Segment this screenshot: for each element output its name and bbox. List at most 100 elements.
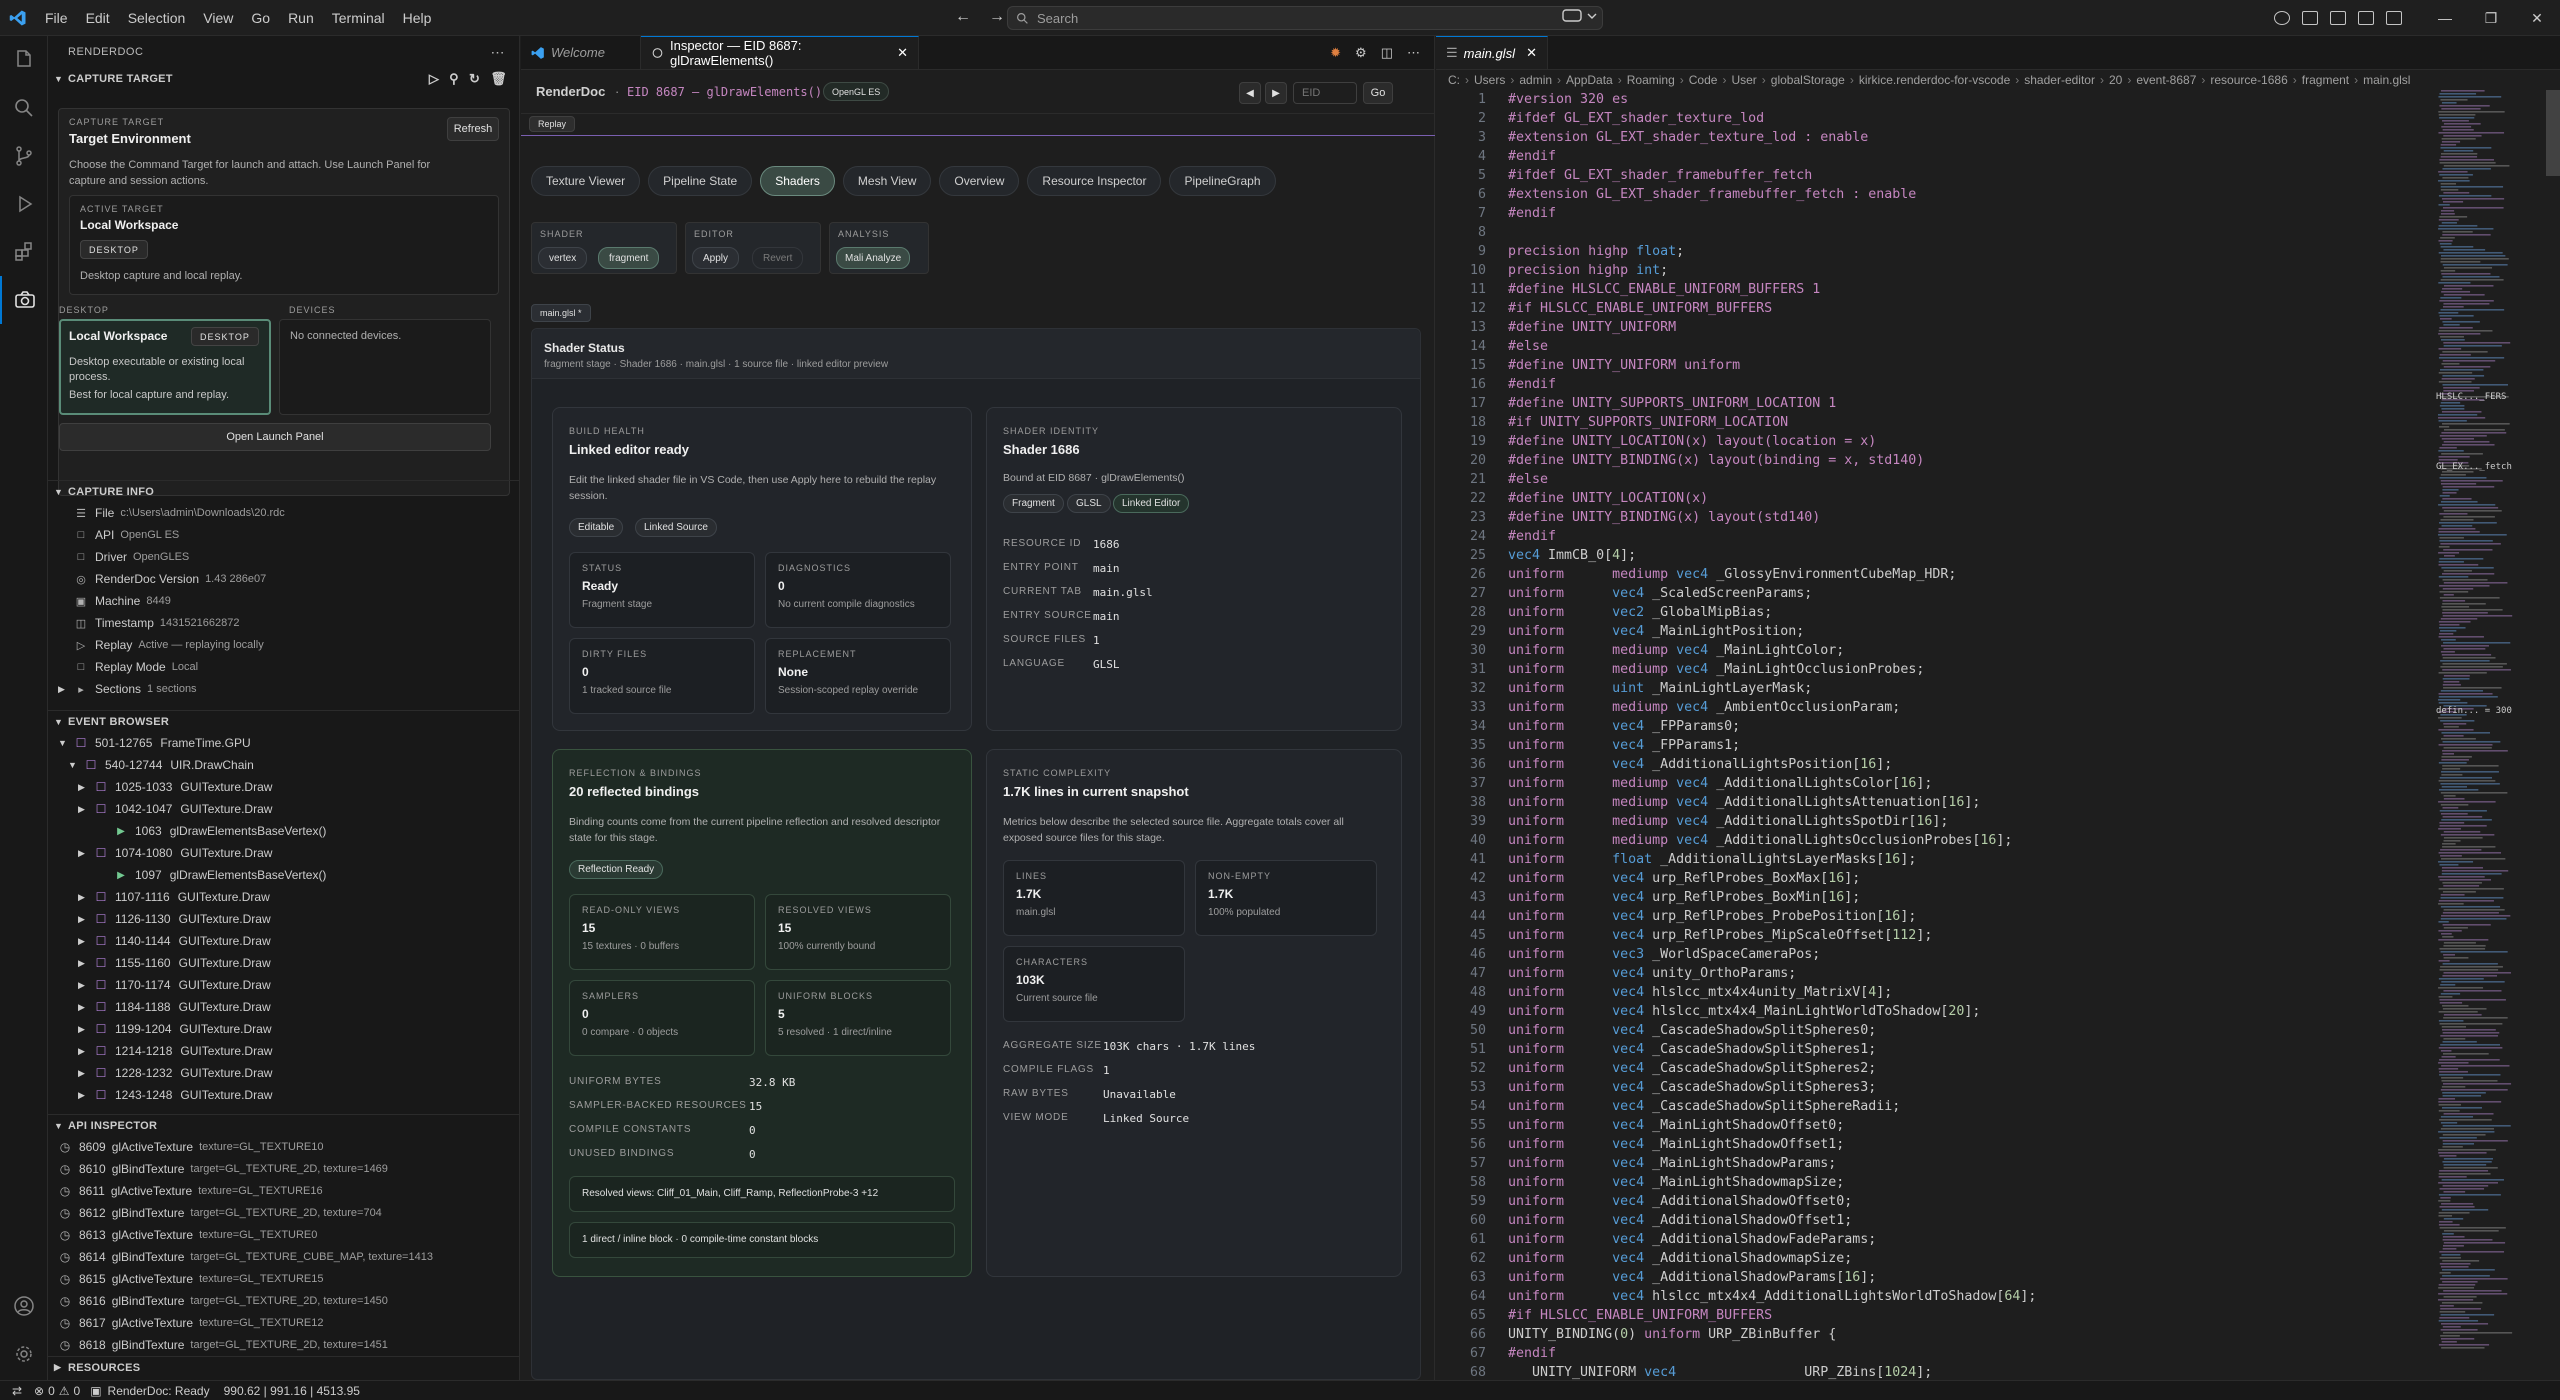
capture-info-row[interactable]: ◎ RenderDoc Version 1.43 286e07: [48, 568, 519, 590]
breadcrumb-item[interactable]: kirkice.renderdoc-for-vscode: [1859, 73, 2010, 87]
event-item[interactable]: ▶ ☐ 1228-1232 GUITexture.Draw: [48, 1062, 519, 1084]
restore-icon[interactable]: ❐: [2468, 10, 2514, 27]
launch-play-icon[interactable]: ▷: [429, 71, 439, 87]
split-editor-icon[interactable]: ◫: [1381, 45, 1393, 61]
api-call-item[interactable]: ◷ 8611 glActiveTexture texture=GL_TEXTURE16: [48, 1180, 519, 1202]
tab-main-glsl[interactable]: ☰ main.glsl ✕: [1436, 36, 1548, 69]
customize-layout-icon[interactable]: [2386, 11, 2402, 25]
api-call-item[interactable]: ◷ 8612 glBindTexture target=GL_TEXTURE_2D, …: [48, 1202, 519, 1224]
close-tab-icon[interactable]: ✕: [1526, 45, 1537, 61]
menu-view[interactable]: View: [194, 0, 242, 36]
api-call-item[interactable]: ◷ 8610 glBindTexture target=GL_TEXTURE_2D, …: [48, 1158, 519, 1180]
event-item[interactable]: ▶ ☐ 1199-1204 GUITexture.Draw: [48, 1018, 519, 1040]
capture-info-row[interactable]: ▷ Replay Active — replaying locally: [48, 634, 519, 656]
event-item[interactable]: ▶ ☐ 1155-1160 GUITexture.Draw: [48, 952, 519, 974]
capture-info-row[interactable]: □ Replay Mode Local: [48, 656, 519, 678]
close-window-icon[interactable]: ✕: [2514, 10, 2560, 27]
more-icon[interactable]: ⋯: [1407, 45, 1420, 61]
code-lines[interactable]: 1 #version 320 es 2 #ifdef GL_EXT_shader_te…: [1436, 90, 2436, 1382]
breadcrumb-item[interactable]: Roaming: [1627, 73, 1675, 87]
copilot-icon[interactable]: [1562, 8, 1598, 27]
refresh-icon[interactable]: ↻: [469, 71, 480, 87]
api-call-item[interactable]: ◷ 8609 glActiveTexture texture=GL_TEXTURE10: [48, 1136, 519, 1158]
breadcrumb-item[interactable]: Code: [1689, 73, 1718, 87]
command-center-search[interactable]: Search: [1007, 6, 1603, 30]
event-item[interactable]: ▶ ☐ 1107-1116 GUITexture.Draw: [48, 886, 519, 908]
breadcrumb-item[interactable]: resource-1686: [2210, 73, 2287, 87]
trash-icon[interactable]: 🗑: [490, 71, 507, 87]
run-debug-icon[interactable]: [0, 180, 48, 228]
event-item[interactable]: ▶ ☐ 1243-1248 GUITexture.Draw: [48, 1084, 519, 1106]
minimap[interactable]: [2436, 90, 2546, 1380]
manage-gear-icon[interactable]: [0, 1330, 48, 1378]
nav-tab-mesh-view[interactable]: Mesh View: [842, 166, 932, 196]
nav-tab-pipeline-state[interactable]: Pipeline State: [648, 166, 753, 196]
pin-icon[interactable]: ⚲: [449, 71, 459, 87]
capture-info-row[interactable]: ▣ Machine 8449: [48, 590, 519, 612]
back-arrow-icon[interactable]: ←: [955, 8, 971, 26]
apply-button[interactable]: Apply: [692, 247, 740, 269]
event-item[interactable]: ▶ 1097 glDrawElementsBaseVertex(): [48, 864, 519, 886]
breadcrumb-item[interactable]: Users: [1474, 73, 1505, 87]
event-item[interactable]: ▶ ☐ 1126-1130 GUITexture.Draw: [48, 908, 519, 930]
event-item[interactable]: ▶ ☐ 1170-1174 GUITexture.Draw: [48, 974, 519, 996]
minimize-icon[interactable]: —: [2422, 10, 2468, 26]
capture-info-header[interactable]: ▼ CAPTURE INFO: [48, 480, 519, 502]
coords-status[interactable]: 990.62 | 991.16 | 4513.95: [224, 1384, 360, 1398]
event-item[interactable]: ▶ ☐ 1025-1033 GUITexture.Draw: [48, 776, 519, 798]
problems-status[interactable]: ⊗ 0 ⚠ 0: [34, 1384, 90, 1398]
tab-welcome[interactable]: Welcome: [521, 36, 641, 69]
breadcrumb-item[interactable]: User: [1731, 73, 1756, 87]
capture-target-header[interactable]: ▼ CAPTURE TARGET ▷ ⚲ ↻ 🗑: [48, 68, 519, 90]
scrollbar-thumb[interactable]: [2546, 90, 2560, 176]
menu-go[interactable]: Go: [242, 0, 279, 36]
breadcrumb-item[interactable]: main.glsl: [2363, 73, 2410, 87]
capture-info-row[interactable]: ◫ Timestamp 1431521662872: [48, 612, 519, 634]
api-call-item[interactable]: ◷ 8616 glBindTexture target=GL_TEXTURE_2D, …: [48, 1290, 519, 1312]
breadcrumb-item[interactable]: AppData: [1566, 73, 1613, 87]
settings-gear-icon[interactable]: ⚙: [1355, 45, 1367, 61]
event-item[interactable]: ▶ 1063 glDrawElementsBaseVertex(): [48, 820, 519, 842]
nav-tab-shaders[interactable]: Shaders: [760, 166, 835, 196]
revert-button[interactable]: Revert: [752, 247, 804, 269]
breadcrumb-item[interactable]: C:: [1448, 73, 1460, 87]
breadcrumb-item[interactable]: globalStorage: [1771, 73, 1845, 87]
more-actions-icon[interactable]: ⋯: [491, 44, 506, 61]
desktop-option-card[interactable]: Local Workspace DESKTOP Desktop executab…: [59, 319, 271, 415]
api-call-item[interactable]: ◷ 8615 glActiveTexture texture=GL_TEXTURE15: [48, 1268, 519, 1290]
nav-tab-resource-inspector[interactable]: Resource Inspector: [1027, 166, 1162, 196]
api-call-item[interactable]: ◷ 8618 glBindTexture target=GL_TEXTURE_2D, …: [48, 1334, 519, 1356]
menu-run[interactable]: Run: [279, 0, 323, 36]
accounts-sync-icon[interactable]: [2274, 11, 2290, 25]
api-call-item[interactable]: ◷ 8617 glActiveTexture texture=GL_TEXTURE12: [48, 1312, 519, 1334]
breadcrumb-item[interactable]: admin: [1519, 73, 1552, 87]
capture-info-row[interactable]: ▶ ▸ Sections 1 sections: [48, 678, 519, 700]
nav-tab-pipelinegraph[interactable]: PipelineGraph: [1169, 166, 1276, 196]
remote-icon[interactable]: ⇄: [0, 1384, 34, 1398]
compare-icon[interactable]: ✹: [1330, 45, 1341, 61]
menu-help[interactable]: Help: [394, 0, 441, 36]
toggle-secondary-sidebar-icon[interactable]: [2358, 11, 2374, 25]
resources-header[interactable]: ▶ RESOURCES: [48, 1356, 519, 1378]
capture-info-row[interactable]: □ Driver OpenGLES: [48, 546, 519, 568]
event-item[interactable]: ▶ ☐ 1042-1047 GUITexture.Draw: [48, 798, 519, 820]
event-browser-header[interactable]: ▼ EVENT BROWSER: [48, 710, 519, 732]
menu-edit[interactable]: Edit: [77, 0, 119, 36]
menu-file[interactable]: File: [36, 0, 77, 36]
api-inspector-header[interactable]: ▼ API INSPECTOR: [48, 1114, 519, 1136]
fragment-button[interactable]: fragment: [598, 247, 660, 269]
event-item[interactable]: ▼ ☐ 540-12744 UIR.DrawChain: [48, 754, 519, 776]
explorer-icon[interactable]: [0, 36, 48, 84]
menu-terminal[interactable]: Terminal: [323, 0, 394, 36]
renderdoc-status[interactable]: ▣ RenderDoc: Ready: [90, 1384, 223, 1398]
file-chip[interactable]: main.glsl *: [531, 304, 591, 322]
nav-tab-overview[interactable]: Overview: [939, 166, 1020, 196]
account-icon[interactable]: [0, 1282, 48, 1330]
menu-selection[interactable]: Selection: [119, 0, 195, 36]
capture-info-row[interactable]: ☰ File c:\Users\admin\Downloads\20.rdc: [48, 502, 519, 524]
forward-arrow-icon[interactable]: →: [989, 8, 1005, 26]
vertex-button[interactable]: vertex: [538, 247, 588, 269]
event-item[interactable]: ▶ ☐ 1184-1188 GUITexture.Draw: [48, 996, 519, 1018]
breadcrumb-item[interactable]: event-8687: [2136, 73, 2196, 87]
event-item[interactable]: ▶ ☐ 1074-1080 GUITexture.Draw: [48, 842, 519, 864]
